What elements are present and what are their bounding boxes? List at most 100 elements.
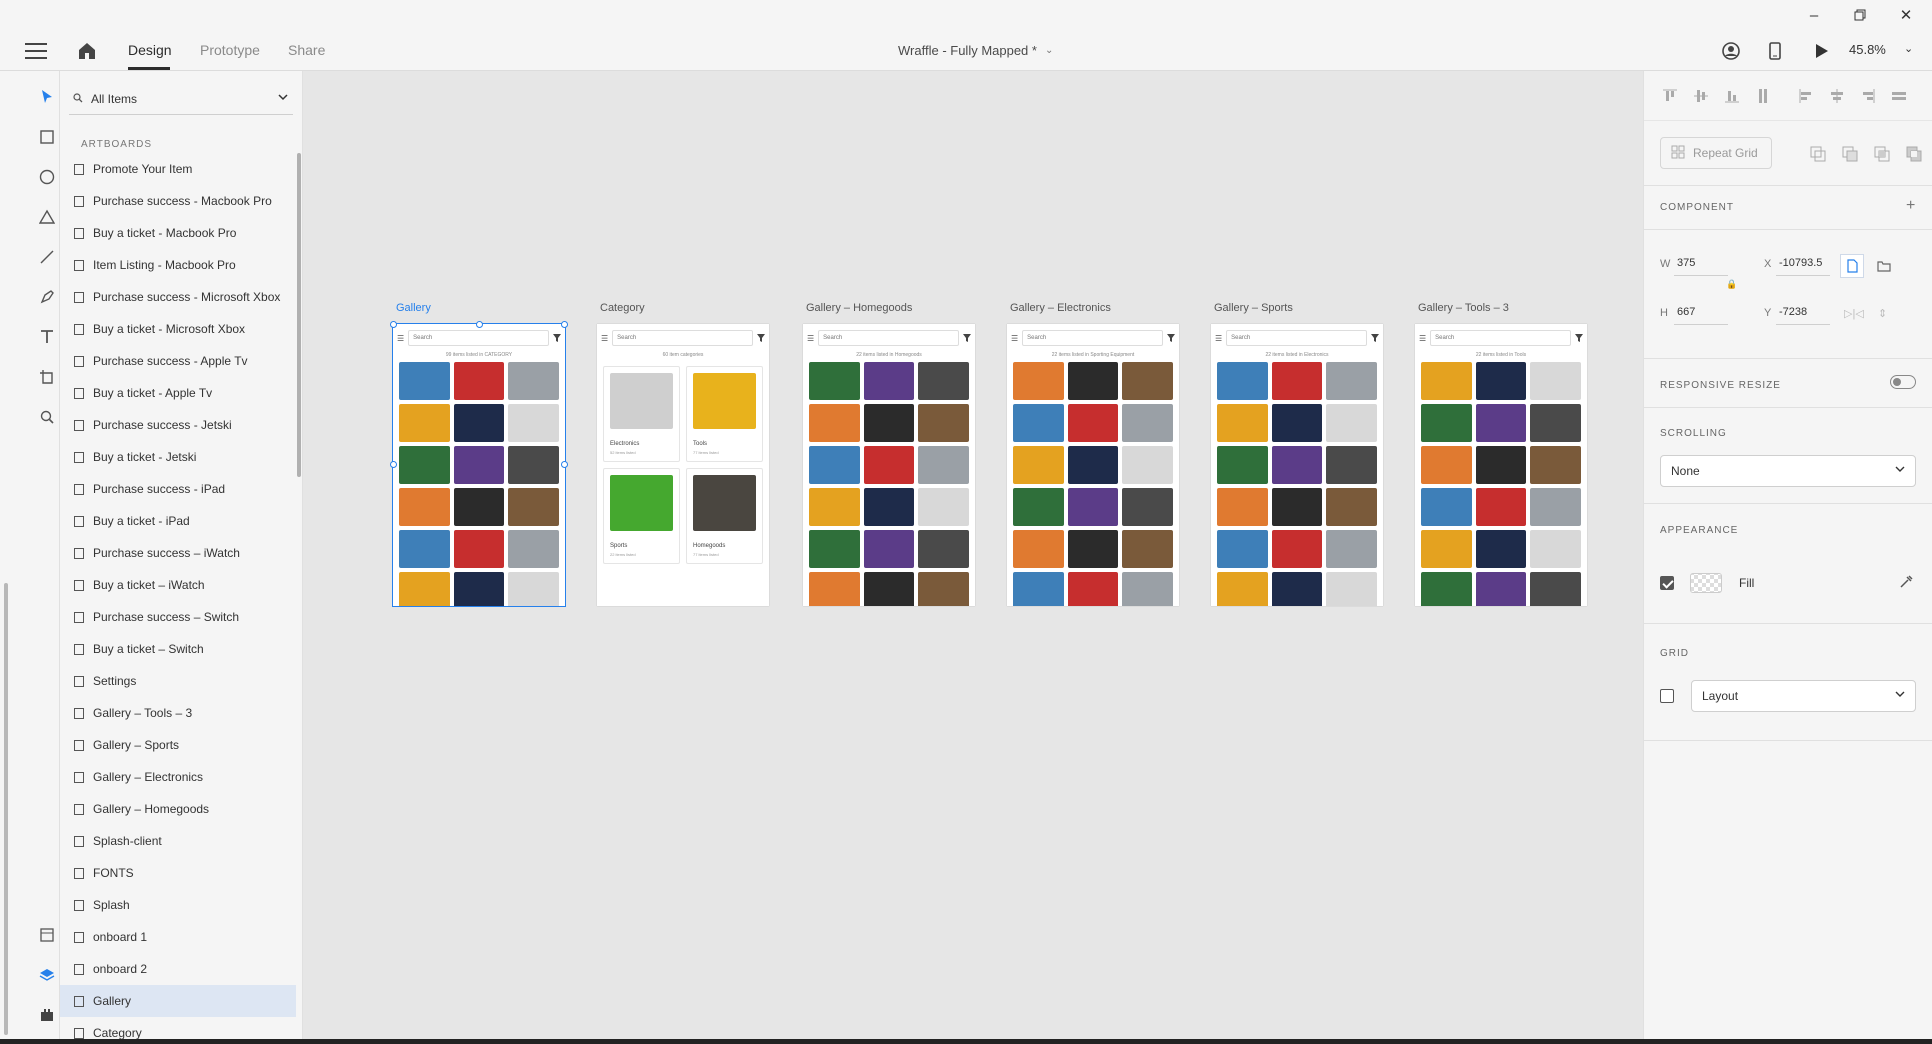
selection-handle[interactable] [561, 461, 568, 468]
scrolling-select[interactable]: None [1660, 455, 1916, 487]
layer-item[interactable]: Purchase success - Microsoft Xbox [60, 281, 296, 313]
left-scrollbar[interactable] [4, 583, 8, 1035]
document-title[interactable]: Wraffle - Fully Mapped * ⌄ [898, 43, 1053, 58]
tab-share[interactable]: Share [288, 42, 325, 58]
play-icon[interactable] [1810, 40, 1832, 62]
distribute-vertical-icon[interactable] [1753, 86, 1773, 106]
close-icon[interactable]: ✕ [1883, 0, 1929, 30]
artboard[interactable]: ☰ Search 99 items listed in CATEGORY [392, 323, 566, 607]
align-bottom-icon[interactable] [1722, 86, 1742, 106]
grid-type-select[interactable]: Layout [1691, 680, 1916, 712]
artboard-title-sports[interactable]: Gallery – Sports [1214, 302, 1293, 314]
folder-icon[interactable] [1872, 254, 1896, 278]
layer-item[interactable]: Buy a ticket – iWatch [60, 569, 296, 601]
boolean-subtract-icon[interactable] [1841, 145, 1859, 163]
artboard-title-electronics[interactable]: Gallery – Electronics [1010, 302, 1111, 314]
align-middle-icon[interactable] [1691, 86, 1711, 106]
x-field[interactable]: -10793.5 [1779, 257, 1822, 269]
ellipse-tool-icon[interactable] [34, 164, 60, 190]
select-tool-icon[interactable] [34, 84, 60, 110]
artboard[interactable]: ☰ Search 60 item categories Electronics 52 i… [597, 324, 769, 606]
artboard-title-homegoods[interactable]: Gallery – Homegoods [806, 302, 912, 314]
layer-item[interactable]: Purchase success - Apple Tv [60, 345, 296, 377]
layer-item[interactable]: Gallery – Electronics [60, 761, 296, 793]
tab-prototype[interactable]: Prototype [200, 42, 260, 58]
layer-item[interactable]: Settings [60, 665, 296, 697]
layers-filter-dropdown[interactable]: All Items [69, 83, 293, 115]
layer-item[interactable]: Splash [60, 889, 296, 921]
layers-panel-icon[interactable] [34, 962, 60, 988]
artboard-title-category[interactable]: Category [600, 302, 645, 314]
repeat-grid-button[interactable]: Repeat Grid [1660, 137, 1772, 169]
grid-checkbox[interactable] [1660, 689, 1674, 703]
layer-item[interactable]: FONTS [60, 857, 296, 889]
layer-item[interactable]: Buy a ticket - iPad [60, 505, 296, 537]
artboard[interactable]: ☰ Search 22 items listed in Electronics [1211, 324, 1383, 606]
layer-item[interactable]: Buy a ticket - Apple Tv [60, 377, 296, 409]
boolean-add-icon[interactable] [1809, 145, 1827, 163]
align-top-icon[interactable] [1660, 86, 1680, 106]
layer-item[interactable]: Purchase success – iWatch [60, 537, 296, 569]
boolean-exclude-icon[interactable] [1905, 145, 1923, 163]
restore-icon[interactable] [1837, 0, 1883, 30]
assets-panel-icon[interactable] [34, 922, 60, 948]
lock-aspect-icon[interactable]: 🔒 [1726, 279, 1737, 290]
layer-item[interactable]: Buy a ticket - Jetski [60, 441, 296, 473]
flip-horizontal-icon[interactable]: ▷|◁ [1844, 307, 1864, 320]
zoom-chevron-down-icon[interactable]: ⌄ [1904, 42, 1913, 55]
width-field[interactable]: 375 [1677, 257, 1695, 269]
layer-item[interactable]: Purchase success - Macbook Pro [60, 185, 296, 217]
rectangle-tool-icon[interactable] [34, 124, 60, 150]
artboard[interactable]: ☰ Search 22 items listed in Sporting Equip… [1007, 324, 1179, 606]
layer-item[interactable]: Buy a ticket - Microsoft Xbox [60, 313, 296, 345]
artboard-tool-icon[interactable] [34, 364, 60, 390]
responsive-resize-toggle[interactable] [1890, 375, 1916, 389]
selection-handle[interactable] [476, 321, 483, 328]
polygon-tool-icon[interactable] [34, 204, 60, 230]
user-account-icon[interactable] [1720, 40, 1742, 62]
y-field[interactable]: -7238 [1779, 306, 1807, 318]
zoom-level[interactable]: 45.8% [1849, 42, 1886, 57]
layer-item[interactable]: Item Listing - Macbook Pro [60, 249, 296, 281]
eyedropper-icon[interactable] [1898, 574, 1914, 595]
align-left-icon[interactable] [1796, 86, 1816, 106]
artboard-title-gallery[interactable]: Gallery [396, 302, 431, 314]
layer-item[interactable]: onboard 1 [60, 921, 296, 953]
plugins-panel-icon[interactable] [34, 1002, 60, 1028]
zoom-tool-icon[interactable] [34, 404, 60, 430]
fixed-position-icon[interactable] [1840, 254, 1864, 278]
selection-handle[interactable] [561, 321, 568, 328]
fill-checkbox[interactable] [1660, 576, 1674, 590]
align-right-icon[interactable] [1858, 86, 1878, 106]
layer-item[interactable]: Buy a ticket – Switch [60, 633, 296, 665]
align-center-icon[interactable] [1827, 86, 1847, 106]
layer-item[interactable]: Gallery – Tools – 3 [60, 697, 296, 729]
tab-design[interactable]: Design [128, 42, 172, 58]
pen-tool-icon[interactable] [34, 284, 60, 310]
height-field[interactable]: 667 [1677, 306, 1695, 318]
line-tool-icon[interactable] [34, 244, 60, 270]
layer-item[interactable]: Purchase success - Jetski [60, 409, 296, 441]
layer-item[interactable]: Purchase success - iPad [60, 473, 296, 505]
layer-item[interactable]: Splash-client [60, 825, 296, 857]
artboard[interactable]: ☰ Search 22 items listed in Tools [1415, 324, 1587, 606]
add-component-icon[interactable]: + [1906, 197, 1915, 215]
artboard-title-tools-3[interactable]: Gallery – Tools – 3 [1418, 302, 1509, 314]
flip-vertical-icon[interactable]: ⇕ [1878, 307, 1887, 320]
layer-item[interactable]: Gallery – Homegoods [60, 793, 296, 825]
layer-item[interactable]: Promote Your Item [60, 153, 296, 185]
text-tool-icon[interactable] [34, 324, 60, 350]
minimize-icon[interactable]: – [1791, 0, 1837, 30]
selection-handle[interactable] [390, 321, 397, 328]
distribute-horizontal-icon[interactable] [1889, 86, 1909, 106]
selection-handle[interactable] [390, 461, 397, 468]
home-icon[interactable] [74, 38, 100, 64]
hamburger-menu-icon[interactable] [22, 40, 50, 62]
layer-item[interactable]: Gallery [60, 985, 296, 1017]
layers-scrollbar[interactable] [297, 153, 301, 477]
fill-color-swatch[interactable] [1690, 573, 1722, 593]
layer-item[interactable]: onboard 2 [60, 953, 296, 985]
boolean-intersect-icon[interactable] [1873, 145, 1891, 163]
layer-item[interactable]: Purchase success – Switch [60, 601, 296, 633]
device-preview-icon[interactable] [1764, 40, 1786, 62]
